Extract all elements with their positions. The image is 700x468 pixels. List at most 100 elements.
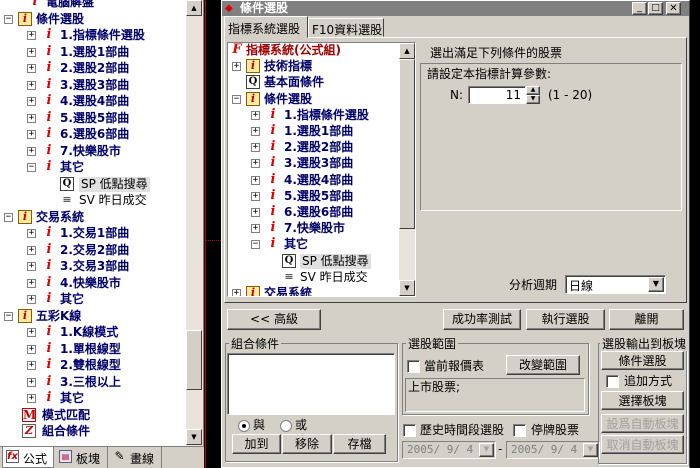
expand-icon[interactable]: + bbox=[27, 278, 36, 288]
tree-item[interactable]: 6.選股6部曲 bbox=[60, 127, 129, 142]
tree-item[interactable]: 2.選股2部曲 bbox=[60, 61, 129, 76]
param-spinner[interactable]: ▲ ▼ bbox=[526, 86, 540, 104]
tree-subitem-sp[interactable]: SP 低點搜尋 bbox=[300, 253, 371, 269]
tree-item[interactable]: 2.選股2部曲 bbox=[284, 140, 353, 155]
or-radio[interactable] bbox=[280, 420, 292, 432]
tree-combo-condition[interactable]: 組合條件 bbox=[42, 424, 90, 439]
date-from-dropdown-icon[interactable]: ▼ bbox=[479, 443, 494, 457]
leave-button[interactable]: 離開 bbox=[609, 309, 684, 330]
collapse-icon[interactable]: − bbox=[4, 212, 13, 222]
save-button[interactable]: 存檔 bbox=[333, 434, 386, 454]
tree-item[interactable]: 7.快樂股市 bbox=[284, 221, 345, 236]
range-list[interactable]: 上市股票; bbox=[405, 378, 585, 412]
expand-icon[interactable]: + bbox=[27, 80, 36, 90]
date-from-input[interactable]: 2005/ 9/ 4 ▼ bbox=[402, 441, 496, 459]
expand-icon[interactable]: + bbox=[251, 224, 260, 234]
tree-scroll-up-icon[interactable]: ▲ bbox=[399, 43, 415, 59]
tree-item[interactable]: 5.選股5部曲 bbox=[60, 111, 129, 126]
tree-cond[interactable]: 條件選股 bbox=[264, 92, 312, 107]
tree-tech[interactable]: 技術指標 bbox=[264, 59, 312, 74]
expand-icon[interactable]: + bbox=[27, 229, 36, 238]
tree-item[interactable]: 4.快樂股市 bbox=[60, 276, 121, 291]
expand-icon[interactable]: + bbox=[27, 394, 36, 403]
collapse-icon[interactable]: − bbox=[4, 311, 13, 321]
collapse-icon[interactable]: − bbox=[27, 163, 36, 172]
append-checkbox[interactable] bbox=[606, 375, 619, 388]
current-report-checkbox[interactable] bbox=[407, 360, 420, 373]
history-checkbox[interactable] bbox=[403, 424, 416, 437]
expand-icon[interactable]: + bbox=[27, 328, 36, 337]
tree-scrollbar[interactable]: ▲ ▼ bbox=[399, 43, 415, 296]
collapse-icon[interactable]: − bbox=[4, 14, 13, 24]
tree-item[interactable]: 1.選股1部曲 bbox=[284, 124, 353, 139]
tree-subitem-sv[interactable]: SV 昨日成交 bbox=[300, 270, 368, 285]
tree-item[interactable]: 1.交易1部曲 bbox=[60, 226, 129, 241]
tree-item[interactable]: 4.選股4部曲 bbox=[60, 94, 129, 109]
tree-item[interactable]: 1.選股1部曲 bbox=[60, 45, 129, 60]
tree-item-other[interactable]: 其它 bbox=[284, 237, 308, 252]
tree-fundamental[interactable]: 基本面條件 bbox=[264, 75, 324, 90]
tab-board[interactable]: ▤ 板塊 bbox=[56, 447, 108, 468]
expand-icon[interactable]: + bbox=[251, 191, 260, 201]
expand-icon[interactable]: + bbox=[251, 143, 260, 153]
tab-indicator-system[interactable]: 指標系統選股 bbox=[224, 16, 308, 38]
tree-category[interactable]: 五彩K線 bbox=[36, 309, 81, 324]
expand-icon[interactable]: + bbox=[27, 97, 36, 106]
date-to-dropdown-icon[interactable]: ▼ bbox=[583, 443, 598, 457]
tree-subitem[interactable]: SV 昨日成交 bbox=[79, 193, 147, 208]
advanced-button[interactable]: << 高級 bbox=[227, 309, 321, 330]
spin-down-icon[interactable]: ▼ bbox=[526, 95, 540, 104]
expand-icon[interactable]: + bbox=[251, 159, 260, 169]
maximize-button[interactable]: □ bbox=[648, 2, 663, 15]
close-button[interactable]: ✕ bbox=[666, 2, 681, 15]
suspended-checkbox[interactable] bbox=[513, 424, 526, 437]
tree-item[interactable]: 6.選股6部曲 bbox=[284, 205, 353, 220]
tree-scroll-down-icon[interactable]: ▼ bbox=[399, 280, 415, 296]
dropdown-arrow-icon[interactable]: ▼ bbox=[648, 277, 664, 292]
run-select-button[interactable]: 執行選股 bbox=[526, 309, 605, 330]
tree-item[interactable]: 3.選股3部曲 bbox=[60, 78, 129, 93]
expand-icon[interactable]: + bbox=[251, 208, 260, 217]
tree-item-other[interactable]: 其它 bbox=[60, 391, 84, 406]
tree-trade[interactable]: 交易系統 bbox=[264, 286, 312, 296]
tree-item[interactable]: 3.三根以上 bbox=[60, 375, 121, 390]
remove-button[interactable]: 移除 bbox=[282, 434, 332, 454]
expand-icon[interactable]: + bbox=[251, 175, 260, 185]
cancel-auto-board-button[interactable]: 取消自動板塊 bbox=[601, 435, 684, 454]
success-rate-button[interactable]: 成功率測試 bbox=[443, 309, 521, 330]
tree-item-other[interactable]: 其它 bbox=[60, 160, 84, 175]
and-radio[interactable] bbox=[238, 420, 250, 432]
tree-category[interactable]: 交易系統 bbox=[36, 210, 84, 225]
tree-item[interactable]: 2.雙根線型 bbox=[60, 358, 121, 373]
tree-item[interactable]: 2.交易2部曲 bbox=[60, 243, 129, 258]
expand-icon[interactable]: + bbox=[27, 64, 36, 73]
tree-pattern-match[interactable]: 模式匹配 bbox=[42, 408, 90, 423]
expand-icon[interactable]: + bbox=[27, 47, 36, 57]
tree-item[interactable]: 7.快樂股市 bbox=[60, 144, 121, 159]
expand-icon[interactable]: + bbox=[27, 245, 36, 255]
set-auto-board-button[interactable]: 設爲自動板塊 bbox=[601, 414, 684, 433]
collapse-icon[interactable]: − bbox=[251, 240, 260, 250]
date-to-input[interactable]: 2005/ 9/ 4 ▼ bbox=[506, 441, 600, 459]
expand-icon[interactable]: + bbox=[27, 295, 36, 304]
minimize-button[interactable]: _ bbox=[632, 2, 647, 15]
tab-draw[interactable]: ✎ 畫線 bbox=[110, 447, 162, 468]
tree-item[interactable]: 5.選股5部曲 bbox=[284, 189, 353, 204]
collapse-icon[interactable]: − bbox=[232, 94, 241, 104]
change-range-button[interactable]: 改變範圍 bbox=[506, 355, 580, 375]
expand-icon[interactable]: + bbox=[27, 130, 36, 139]
tree-item-top[interactable]: 電腦解盤 bbox=[46, 0, 94, 10]
scroll-up-icon[interactable]: ▲ bbox=[186, 0, 202, 16]
tree-item[interactable]: 1.指標條件選股 bbox=[60, 28, 145, 43]
scroll-thumb[interactable] bbox=[186, 330, 202, 390]
tab-f10-data[interactable]: F10資料選股 bbox=[308, 18, 384, 37]
expand-icon[interactable]: + bbox=[27, 146, 36, 156]
spin-up-icon[interactable]: ▲ bbox=[526, 86, 540, 95]
expand-icon[interactable]: + bbox=[27, 262, 36, 271]
period-select[interactable]: 日線 ▼ bbox=[565, 275, 666, 294]
scroll-down-icon[interactable]: ▼ bbox=[186, 429, 202, 445]
tree-item[interactable]: 3.交易3部曲 bbox=[60, 259, 129, 274]
expand-icon[interactable]: + bbox=[27, 377, 36, 387]
expand-icon[interactable]: + bbox=[27, 113, 36, 123]
expand-icon[interactable]: + bbox=[27, 344, 36, 354]
